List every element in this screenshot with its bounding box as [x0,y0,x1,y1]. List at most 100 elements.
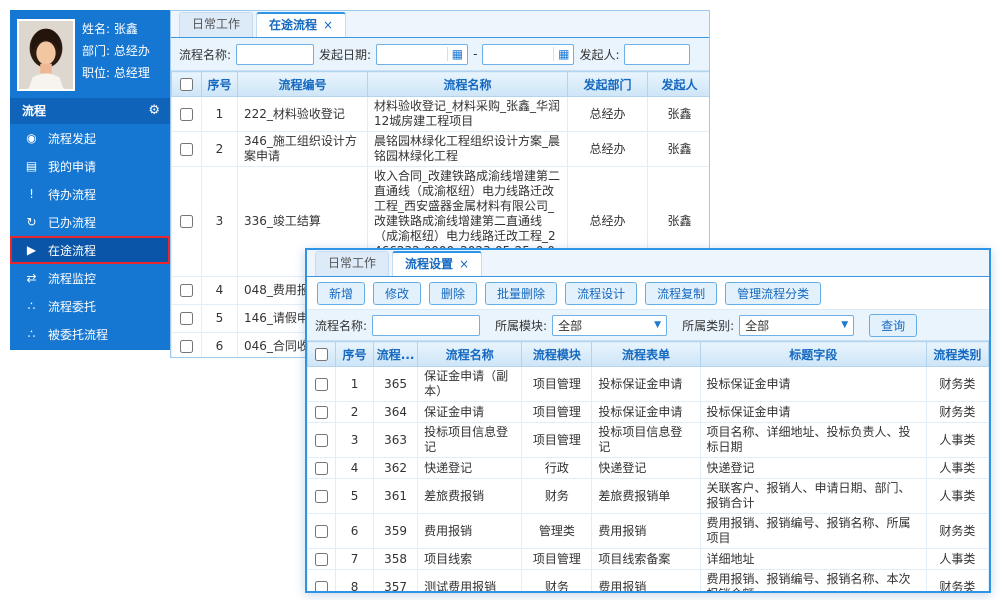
row-checkbox[interactable] [180,340,193,353]
sidebar-menu-item[interactable]: ◉ 流程发起 [10,124,170,152]
cell-no: 2 [336,402,374,423]
category-select[interactable]: 全部 ▼ [739,315,854,336]
sidebar-menu-item[interactable]: ∴ 被委托流程 [10,320,170,348]
profile-title: 职位: 总经理 [82,62,166,84]
manage-category-button[interactable]: 管理流程分类 [725,282,821,305]
cell-initiator: 张鑫 [648,132,711,167]
row-checkbox[interactable] [315,378,328,391]
process-design-button[interactable]: 流程设计 [565,282,637,305]
table-row[interactable]: 3 363 投标项目信息登记 项目管理 投标项目信息登记 项目名称、详细地址、投… [308,423,989,458]
column-header-form[interactable]: 流程表单 [592,342,700,367]
row-checkbox[interactable] [315,581,328,594]
cell-process-name: 晨铭园林绿化工程组织设计方案_晨铭园林绿化工程 [368,132,568,167]
table-row[interactable]: 7 358 项目线索 项目管理 项目线索备案 详细地址 人事类 [308,549,989,570]
column-header-code[interactable]: 流程... [374,342,418,367]
menu-item-label: 被委托流程 [48,326,108,343]
cell-process-code: 222_材料验收登记 [238,97,368,132]
row-checkbox[interactable] [180,143,193,156]
add-button[interactable]: 新增 [317,282,365,305]
tab-in-transit-process[interactable]: 在途流程× [256,12,346,37]
cell-title-fields: 投标保证金申请 [700,367,926,402]
sidebar-menu-item[interactable]: ⇄ 流程监控 [10,264,170,292]
row-checkbox[interactable] [180,312,193,325]
cell-process-id: 365 [374,367,418,402]
column-header-no[interactable]: 序号 [202,72,238,97]
delete-button[interactable]: 删除 [429,282,477,305]
row-checkbox[interactable] [180,108,193,121]
cell-process-name: 保证金申请 [418,402,522,423]
menu-item-icon: ∴ [24,299,39,313]
cell-category: 财务类 [926,570,988,594]
process-name-input[interactable] [372,315,480,336]
table-row[interactable]: 8 357 测试费用报销 财务 费用报销 费用报销、报销编号、报销名称、本次报销… [308,570,989,594]
column-header-code[interactable]: 流程编号 [238,72,368,97]
cell-process-id: 359 [374,514,418,549]
table-header-row: 序号 流程... 流程名称 流程模块 流程表单 标题字段 流程类别 [308,342,989,367]
cell-process-id: 364 [374,402,418,423]
select-all-checkbox[interactable] [315,348,328,361]
close-tab-icon[interactable]: × [459,257,469,271]
calendar-icon[interactable]: ▦ [553,47,573,61]
table-row[interactable]: 1 222_材料验收登记 材料验收登记_材料采购_张鑫_华润12城房建工程项目 … [172,97,711,132]
process-name-input[interactable] [236,44,314,65]
cell-form: 差旅费报销单 [592,479,700,514]
row-checkbox[interactable] [315,525,328,538]
row-checkbox[interactable] [180,215,193,228]
cell-no: 6 [202,333,238,359]
module-select[interactable]: 全部 ▼ [552,315,667,336]
table-row[interactable]: 4 362 快递登记 行政 快递登记 快递登记 人事类 [308,458,989,479]
search-button[interactable]: 查询 [869,314,917,337]
date-from-field[interactable]: ▦ [376,44,468,65]
select-all-checkbox[interactable] [180,78,193,91]
tab-process-settings[interactable]: 流程设置× [392,251,482,276]
table-row[interactable]: 1 365 保证金申请（副本） 项目管理 投标保证金申请 投标保证金申请 财务类 [308,367,989,402]
tab-daily-work[interactable]: 日常工作 [315,251,389,276]
sidebar-menu-item[interactable]: ↻ 已办流程 [10,208,170,236]
table-row[interactable]: 5 361 差旅费报销 财务 差旅费报销单 关联客户、报销人、申请日期、部门、报… [308,479,989,514]
gear-icon[interactable]: ⚙ [148,98,160,124]
column-header-name[interactable]: 流程名称 [368,72,568,97]
cell-no: 1 [336,367,374,402]
tab-daily-work[interactable]: 日常工作 [179,12,253,37]
front-window-tabbar: 日常工作 流程设置× [307,250,989,277]
date-from-input[interactable] [377,46,447,63]
cell-no: 8 [336,570,374,594]
column-header-initiator[interactable]: 发起人 [648,72,711,97]
row-checkbox[interactable] [180,284,193,297]
sidebar-menu-item[interactable]: ▤ 我的申请 [10,152,170,180]
row-checkbox[interactable] [315,406,328,419]
table-row[interactable]: 2 364 保证金申请 项目管理 投标保证金申请 投标保证金申请 财务类 [308,402,989,423]
column-header-name[interactable]: 流程名称 [418,342,522,367]
column-header-dept[interactable]: 发起部门 [568,72,648,97]
row-checkbox[interactable] [315,462,328,475]
row-checkbox[interactable] [315,434,328,447]
row-checkbox[interactable] [315,490,328,503]
batch-delete-button[interactable]: 批量删除 [485,282,557,305]
initiator-input[interactable] [624,44,690,65]
cell-process-name: 保证金申请（副本） [418,367,522,402]
table-row[interactable]: 6 359 费用报销 管理类 费用报销 费用报销、报销编号、报销名称、所属项目 … [308,514,989,549]
menu-item-icon: ⇄ [24,271,39,285]
cell-category: 人事类 [926,458,988,479]
process-copy-button[interactable]: 流程复制 [645,282,717,305]
close-tab-icon[interactable]: × [323,18,333,32]
column-header-category[interactable]: 流程类别 [926,342,988,367]
date-to-field[interactable]: ▦ [482,44,574,65]
cell-category: 人事类 [926,423,988,458]
date-to-input[interactable] [483,46,553,63]
sidebar-menu-item[interactable]: ! 待办流程 [10,180,170,208]
column-header-title-fields[interactable]: 标题字段 [700,342,926,367]
column-header-module[interactable]: 流程模块 [522,342,592,367]
table-row[interactable]: 2 346_施工组织设计方案申请 晨铭园林绿化工程组织设计方案_晨铭园林绿化工程… [172,132,711,167]
cell-module: 财务 [522,570,592,594]
process-settings-toolbar: 新增 修改 删除 批量删除 流程设计 流程复制 管理流程分类 [307,277,989,309]
edit-button[interactable]: 修改 [373,282,421,305]
cell-dept: 总经办 [568,132,648,167]
avatar-portrait [19,21,73,89]
column-header-no[interactable]: 序号 [336,342,374,367]
sidebar-menu-item[interactable]: ▶ 在途流程 [10,236,170,264]
sidebar-menu-item[interactable]: ∴ 流程委托 [10,292,170,320]
row-checkbox[interactable] [315,553,328,566]
calendar-icon[interactable]: ▦ [447,47,467,61]
cell-title-fields: 详细地址 [700,549,926,570]
